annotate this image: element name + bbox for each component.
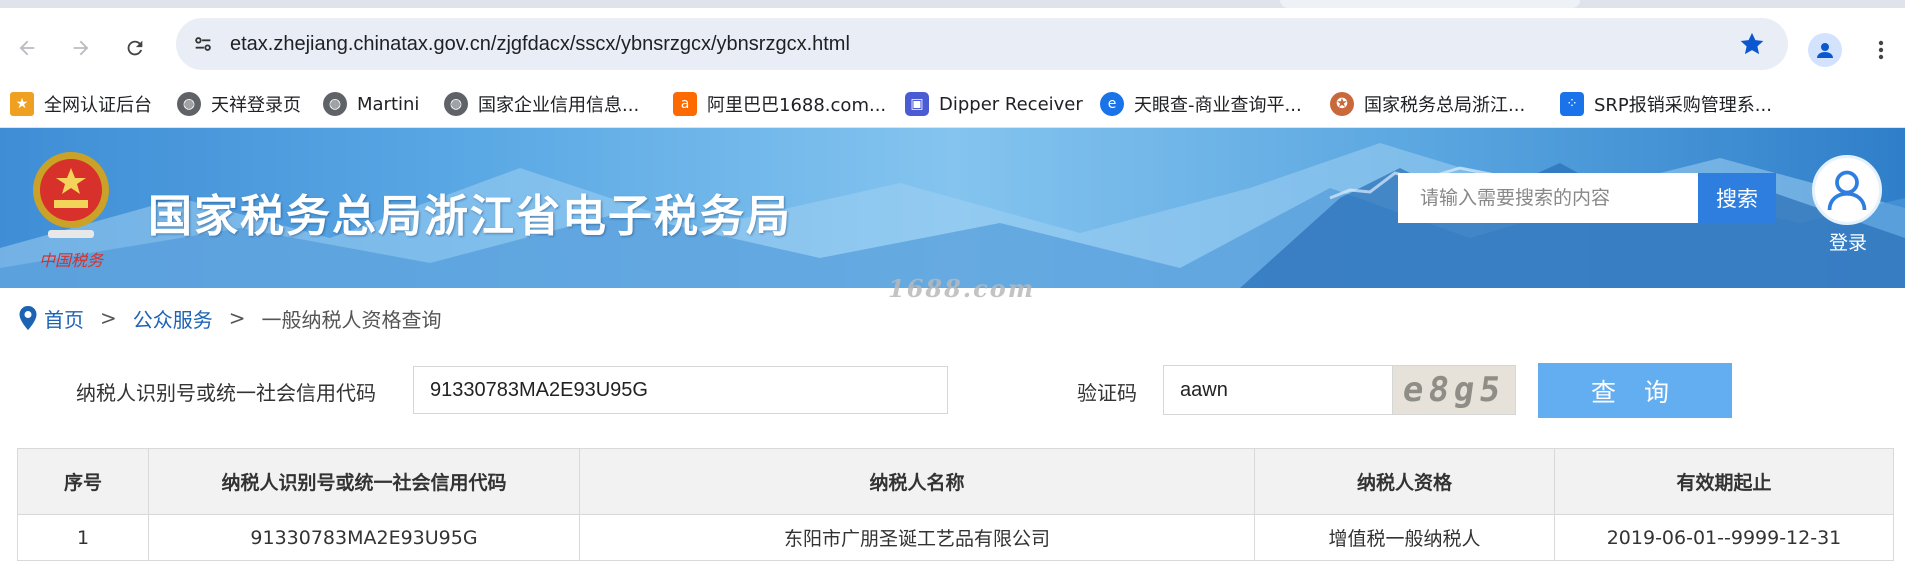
captcha-label: 验证码 <box>1077 381 1137 405</box>
login-avatar-icon[interactable] <box>1812 155 1882 225</box>
column-header-validity: 有效期起止 <box>1554 448 1894 515</box>
site-title: 国家税务总局浙江省电子税务局 <box>148 191 792 242</box>
site-info-icon[interactable] <box>186 27 220 61</box>
bookmark-label: Dipper Receiver <box>939 93 1083 115</box>
bookmark-favicon-icon: ★ <box>10 92 34 116</box>
emblem-caption: 中国税务 <box>39 251 105 270</box>
cell-qualification: 增值税一般纳税人 <box>1254 514 1555 561</box>
breadcrumb-public-service-link[interactable]: 公众服务 <box>133 304 213 333</box>
bookmark-item[interactable]: a 阿里巴巴1688.com... <box>673 80 886 128</box>
bookmark-item[interactable]: ◍ 天祥登录页 <box>177 80 301 128</box>
location-pin-icon <box>19 306 37 330</box>
bookmark-label: Martini <box>357 93 420 115</box>
bookmark-item[interactable]: e 天眼查-商业查询平... <box>1100 80 1302 128</box>
column-header-index: 序号 <box>17 448 149 515</box>
bookmark-star-icon[interactable] <box>1738 30 1766 58</box>
more-menu-icon[interactable] <box>1866 30 1896 70</box>
column-header-taxpayer-name: 纳税人名称 <box>579 448 1255 515</box>
site-header-banner: 中国税务 国家税务总局浙江省电子税务局 搜索 登录 <box>0 128 1905 288</box>
bookmark-label: 国家税务总局浙江... <box>1364 95 1526 116</box>
breadcrumb: 首页 > 公众服务 > 一般纳税人资格查询 <box>18 300 442 336</box>
captcha-image[interactable]: e8g5 <box>1392 365 1516 415</box>
alibaba-icon: a <box>673 92 697 116</box>
breadcrumb-separator: > <box>100 306 117 330</box>
breadcrumb-home-link[interactable]: 首页 <box>44 304 84 333</box>
bookmark-label: 阿里巴巴1688.com... <box>707 95 887 116</box>
cell-validity: 2019-06-01--9999-12-31 <box>1554 514 1894 561</box>
bookmark-label: SRP报销采购管理系... <box>1594 95 1772 116</box>
url-text[interactable]: etax.zhejiang.chinatax.gov.cn/zjgfdacx/s… <box>230 18 850 70</box>
captcha-input[interactable] <box>1163 365 1395 415</box>
site-search-button[interactable]: 搜索 <box>1698 173 1776 223</box>
bookmark-label: 国家企业信用信息... <box>478 95 640 116</box>
address-bar[interactable]: etax.zhejiang.chinatax.gov.cn/zjgfdacx/s… <box>176 18 1788 70</box>
reload-icon[interactable] <box>117 30 153 66</box>
captcha-image-text: e8g5 <box>1400 370 1508 410</box>
table-row: 1 91330783MA2E93U95G 东阳市广朋圣诞工艺品有限公司 增值税一… <box>17 514 1894 561</box>
taxpayer-id-label: 纳税人识别号或统一社会信用代码 <box>76 381 376 405</box>
bookmarks-bar: ★ 全网认证后台 ◍ 天祥登录页 ◍ Martini ◍ 国家企业信用信息...… <box>0 80 1905 128</box>
bookmark-label: 全网认证后台 <box>44 95 152 116</box>
table-header-row: 序号 纳税人识别号或统一社会信用代码 纳税人名称 纳税人资格 有效期起止 <box>17 448 1894 515</box>
column-header-qualification: 纳税人资格 <box>1254 448 1555 515</box>
bookmark-item[interactable]: ▣ Dipper Receiver <box>905 80 1083 128</box>
cell-taxpayer-id: 91330783MA2E93U95G <box>148 514 580 561</box>
tianyancha-icon: e <box>1100 92 1124 116</box>
bookmark-label: 天祥登录页 <box>211 95 301 116</box>
taxpayer-id-input[interactable] <box>413 366 948 414</box>
bookmark-item[interactable]: ★ 全网认证后台 <box>10 80 152 128</box>
login-link[interactable]: 登录 <box>1823 228 1873 255</box>
query-button[interactable]: 查 询 <box>1538 363 1732 418</box>
national-emblem-logo: 中国税务 <box>33 152 109 270</box>
browser-toolbar: etax.zhejiang.chinatax.gov.cn/zjgfdacx/s… <box>0 8 1905 80</box>
cell-taxpayer-name: 东阳市广朋圣诞工艺品有限公司 <box>579 514 1255 561</box>
breadcrumb-current: 一般纳税人资格查询 <box>261 307 442 332</box>
site-search-input[interactable] <box>1398 173 1698 223</box>
bookmark-item[interactable]: ◍ 国家企业信用信息... <box>444 80 639 128</box>
lock-bag-icon: ▣ <box>905 92 929 116</box>
tax-emblem-icon: ✪ <box>1330 92 1354 116</box>
globe-icon: ◍ <box>323 92 347 116</box>
cell-index: 1 <box>17 514 149 561</box>
bookmark-label: 天眼查-商业查询平... <box>1134 95 1302 116</box>
bookmark-item[interactable]: ⁘ SRP报销采购管理系... <box>1560 80 1772 128</box>
globe-icon: ◍ <box>177 92 201 116</box>
result-table: 序号 纳税人识别号或统一社会信用代码 纳税人名称 纳税人资格 有效期起止 1 9… <box>17 448 1894 561</box>
browser-active-tab[interactable] <box>1280 0 1580 8</box>
bookmark-item[interactable]: ◍ Martini <box>323 80 419 128</box>
srp-icon: ⁘ <box>1560 92 1584 116</box>
browser-tab-strip <box>0 0 1905 8</box>
profile-icon[interactable] <box>1808 33 1842 67</box>
bookmark-item[interactable]: ✪ 国家税务总局浙江... <box>1330 80 1525 128</box>
watermark-text: 1688.com <box>888 274 1036 303</box>
back-icon[interactable] <box>9 30 45 66</box>
forward-icon[interactable] <box>63 30 99 66</box>
globe-icon: ◍ <box>444 92 468 116</box>
breadcrumb-separator: > <box>228 306 246 330</box>
column-header-taxpayer-id: 纳税人识别号或统一社会信用代码 <box>148 448 580 515</box>
